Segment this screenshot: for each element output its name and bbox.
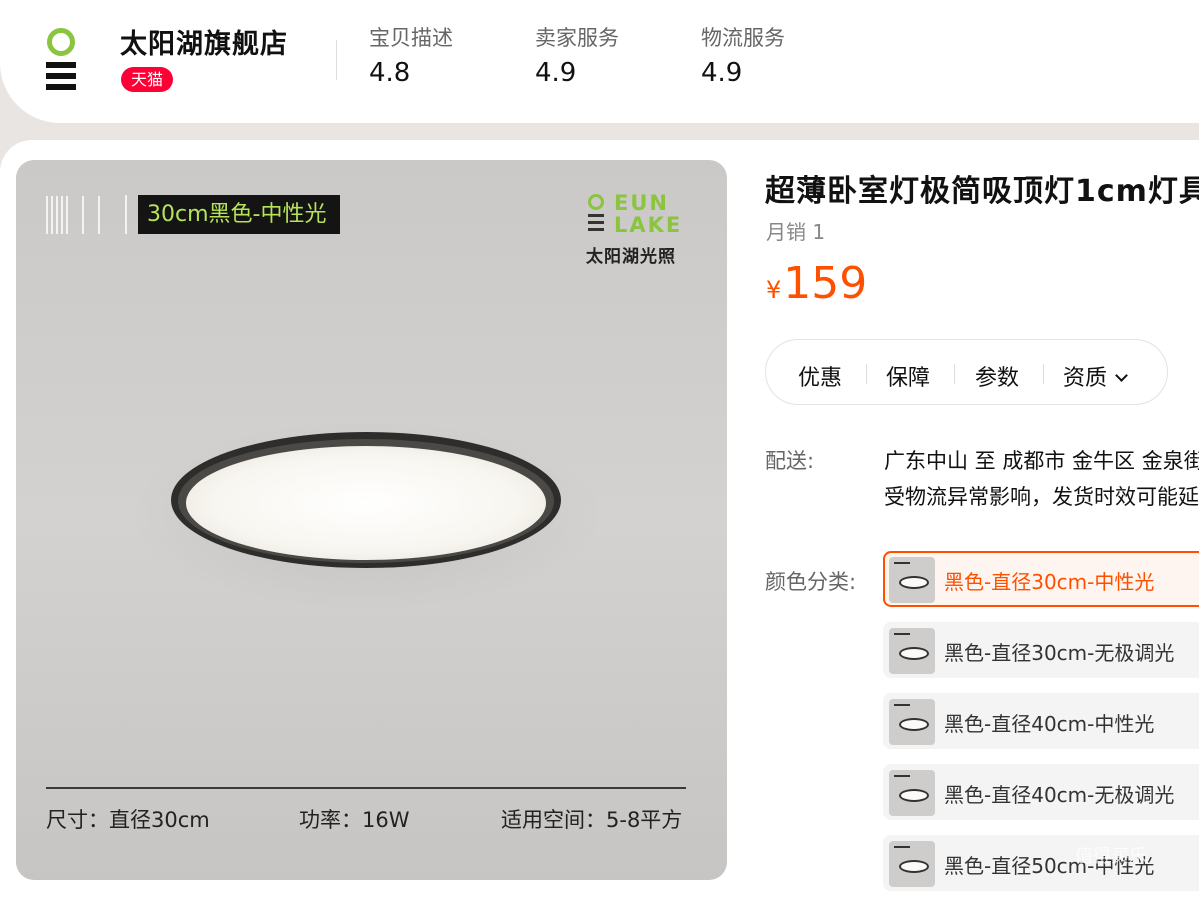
sku-option[interactable]: 黑色-直径40cm-中性光 — [883, 693, 1199, 749]
sku-option[interactable]: 黑色-直径50cm-中性光 — [883, 835, 1199, 891]
ceiling-lamp-illustration — [126, 420, 606, 610]
tab-qualification[interactable]: 资质 — [1063, 360, 1128, 392]
sku-label: 黑色-直径30cm-无极调光 — [944, 641, 1175, 665]
sku-label: 黑色-直径30cm-中性光 — [944, 570, 1155, 594]
watermark: 值得买乐 — [1075, 846, 1147, 867]
price-value: 159 — [783, 258, 868, 309]
rating-value: 4.9 — [701, 58, 743, 88]
sku-option[interactable]: 黑色-直径30cm-中性光 — [883, 551, 1199, 607]
sku-thumbnail — [889, 770, 935, 816]
store-header: 太阳湖旗舰店 天猫 宝贝描述 4.8 卖家服务 4.9 物流服务 4.9 — [0, 0, 1199, 123]
sku-label: 黑色-直径40cm-中性光 — [944, 712, 1155, 736]
rating-value: 4.9 — [535, 58, 577, 88]
tab-guarantee[interactable]: 保障 — [886, 360, 930, 392]
price: ¥159 — [766, 258, 867, 309]
tmall-badge: 天猫 — [121, 67, 174, 92]
chevron-down-icon — [1115, 369, 1128, 382]
sku-thumbnail — [889, 699, 935, 745]
currency-symbol: ¥ — [766, 276, 782, 304]
rating-description: 宝贝描述 4.8 — [369, 22, 453, 88]
rating-logistics: 物流服务 4.9 — [701, 22, 785, 88]
rating-service: 卖家服务 4.9 — [535, 22, 619, 88]
monthly-sales: 月销 1 — [766, 220, 826, 244]
tab-qualification-label: 资质 — [1063, 366, 1108, 391]
spec-space: 适用空间：5-8平方 — [501, 808, 683, 832]
spec-divider — [46, 787, 686, 789]
product-title: 超薄卧室灯极简吸顶灯1cm灯具 — [765, 174, 1199, 209]
shipping-route[interactable]: 广东中山 至 成都市 金牛区 金泉街 — [884, 445, 1199, 475]
rating-label: 宝贝描述 — [369, 26, 453, 50]
sku-thumbnail — [889, 628, 935, 674]
tab-params[interactable]: 参数 — [975, 360, 1019, 392]
tab-discount[interactable]: 优惠 — [798, 360, 842, 392]
rating-label: 物流服务 — [701, 26, 785, 50]
rating-label: 卖家服务 — [535, 26, 619, 50]
sku-thumbnail — [889, 557, 935, 603]
product-image[interactable]: 30cm黑色-中性光 EUN LAKE 太阳湖光照 尺寸：直径30cm 功率：1… — [16, 160, 727, 880]
color-label: 颜色分类: — [765, 570, 857, 594]
info-tabs: 优惠 保障 参数 资质 — [765, 339, 1168, 405]
store-name[interactable]: 太阳湖旗舰店 — [120, 22, 288, 61]
shipping-label: 配送: — [765, 449, 815, 473]
shipping-notice: 受物流异常影响，发货时效可能延迟 — [884, 485, 1199, 509]
sku-option[interactable]: 黑色-直径40cm-无极调光 — [883, 764, 1199, 820]
spec-size: 尺寸：直径30cm — [46, 808, 210, 832]
spec-power: 功率：16W — [299, 808, 410, 832]
rating-value: 4.8 — [369, 58, 411, 88]
header-divider — [336, 40, 337, 80]
sku-thumbnail — [889, 841, 935, 887]
sku-option[interactable]: 黑色-直径30cm-无极调光 — [883, 622, 1199, 678]
sku-label: 黑色-直径40cm-无极调光 — [944, 783, 1175, 807]
store-logo[interactable] — [44, 28, 80, 92]
